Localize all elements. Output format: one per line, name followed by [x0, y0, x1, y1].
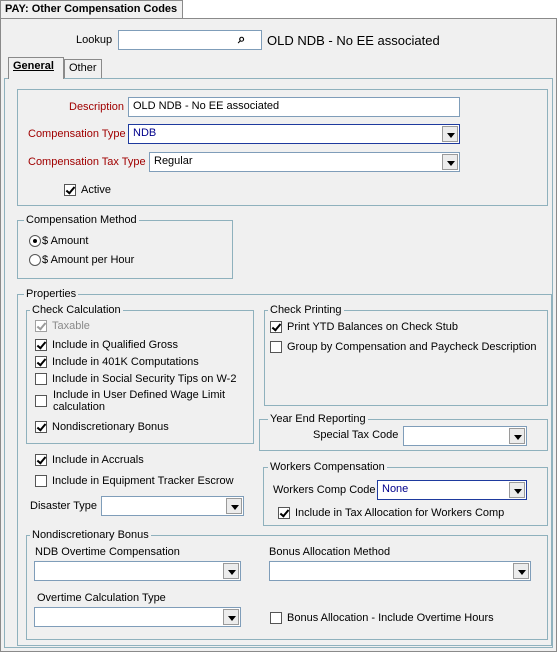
ss-tips-label: Include in Social Security Tips on W-2: [52, 373, 237, 385]
comp-method-group: [17, 220, 233, 279]
ndb-ot-comp-select[interactable]: [34, 561, 241, 581]
nd-bonus-row[interactable]: Nondiscretionary Bonus: [35, 421, 169, 433]
description-label: Description: [69, 101, 125, 113]
check-calc-legend: Check Calculation: [30, 304, 123, 316]
lookup-label: Lookup: [76, 34, 113, 46]
radio-amount-row[interactable]: $ Amount: [29, 235, 88, 247]
chevron-down-icon[interactable]: [509, 482, 525, 498]
escrow-row[interactable]: Include in Equipment Tracker Escrow: [35, 475, 234, 487]
chevron-down-icon[interactable]: [226, 498, 242, 514]
comp-type-select[interactable]: NDB: [128, 124, 460, 144]
group-by-row[interactable]: Group by Compensation and Paycheck Descr…: [270, 341, 536, 353]
qualified-gross-checkbox[interactable]: [35, 339, 47, 351]
comp-tax-type-label: Compensation Tax Type: [28, 156, 146, 168]
ot-calc-type-select[interactable]: [34, 607, 241, 627]
chevron-down-icon[interactable]: [442, 126, 458, 142]
taxable-checkbox[interactable]: [35, 320, 47, 332]
radio-amount-per-hour-row[interactable]: $ Amount per Hour: [29, 254, 134, 266]
wage-limit-row[interactable]: Include in User Defined Wage Limit calcu…: [35, 389, 225, 413]
comp-type-label: Compensation Type: [28, 128, 126, 140]
workers-comp-code-select[interactable]: None: [377, 480, 527, 500]
tax-alloc-row[interactable]: Include in Tax Allocation for Workers Co…: [278, 507, 504, 519]
nd-bonus-legend: Nondiscretionary Bonus: [30, 529, 151, 541]
qualified-gross-label: Include in Qualified Gross: [52, 339, 178, 351]
radio-amount-per-hour-label: $ Amount per Hour: [42, 254, 135, 266]
active-checkbox-row[interactable]: Active: [64, 184, 111, 196]
tab-other[interactable]: Other: [64, 59, 102, 79]
chevron-down-icon[interactable]: [513, 563, 529, 579]
chevron-down-icon[interactable]: [509, 428, 525, 444]
accruals-row[interactable]: Include in Accruals: [35, 454, 144, 466]
401k-label: Include in 401K Computations: [52, 356, 199, 368]
escrow-label: Include in Equipment Tracker Escrow: [52, 475, 234, 487]
bonus-alloc-method-label: Bonus Allocation Method: [269, 546, 391, 558]
tax-alloc-label: Include in Tax Allocation for Workers Co…: [295, 507, 505, 519]
tab-general[interactable]: General: [8, 57, 64, 79]
escrow-checkbox[interactable]: [35, 475, 47, 487]
group-by-label: Group by Compensation and Paycheck Descr…: [287, 341, 537, 353]
disaster-type-select[interactable]: [101, 496, 244, 516]
taxable-label: Taxable: [52, 320, 90, 332]
description-input[interactable]: OLD NDB - No EE associated: [128, 97, 460, 117]
radio-amount[interactable]: [29, 235, 41, 247]
include-ot-checkbox[interactable]: [270, 612, 282, 624]
window-title-tab[interactable]: PAY: Other Compensation Codes: [0, 0, 183, 19]
tax-alloc-checkbox[interactable]: [278, 507, 290, 519]
ss-tips-checkbox[interactable]: [35, 373, 47, 385]
wage-limit-checkbox[interactable]: [35, 395, 47, 407]
active-checkbox[interactable]: [64, 184, 76, 196]
comp-method-legend: Compensation Method: [24, 214, 139, 226]
ss-tips-row[interactable]: Include in Social Security Tips on W-2: [35, 373, 236, 385]
check-printing-legend: Check Printing: [268, 304, 344, 316]
accruals-label: Include in Accruals: [52, 454, 144, 466]
ytd-label: Print YTD Balances on Check Stub: [287, 321, 458, 333]
ytd-checkbox[interactable]: [270, 321, 282, 333]
ot-calc-type-label: Overtime Calculation Type: [37, 592, 166, 604]
comp-tax-type-select[interactable]: Regular: [149, 152, 460, 172]
workers-comp-code-label: Workers Comp Code: [273, 484, 376, 496]
bonus-alloc-method-select[interactable]: [269, 561, 531, 581]
taxable-row[interactable]: Taxable: [35, 320, 90, 332]
chevron-down-icon[interactable]: [223, 563, 239, 579]
radio-amount-label: $ Amount: [42, 235, 89, 247]
radio-amount-per-hour[interactable]: [29, 254, 41, 266]
active-label: Active: [81, 184, 111, 196]
chevron-down-icon[interactable]: [442, 154, 458, 170]
nd-bonus-label: Nondiscretionary Bonus: [52, 421, 169, 433]
qualified-gross-row[interactable]: Include in Qualified Gross: [35, 339, 178, 351]
401k-checkbox[interactable]: [35, 356, 47, 368]
include-ot-row[interactable]: Bonus Allocation - Include Overtime Hour…: [270, 612, 494, 624]
special-tax-label: Special Tax Code: [313, 429, 399, 441]
disaster-type-label: Disaster Type: [30, 500, 98, 512]
group-by-checkbox[interactable]: [270, 341, 282, 353]
ytd-row[interactable]: Print YTD Balances on Check Stub: [270, 321, 458, 333]
properties-legend: Properties: [24, 288, 79, 300]
special-tax-select[interactable]: [403, 426, 527, 446]
wage-limit-label: Include in User Defined Wage Limit calcu…: [53, 389, 226, 413]
chevron-down-icon[interactable]: [223, 609, 239, 625]
binoculars-icon[interactable]: ⌕: [238, 31, 245, 47]
include-ot-label: Bonus Allocation - Include Overtime Hour…: [287, 612, 494, 624]
401k-row[interactable]: Include in 401K Computations: [35, 356, 199, 368]
nd-bonus-checkbox[interactable]: [35, 421, 47, 433]
lookup-display: OLD NDB - No EE associated: [267, 33, 440, 48]
year-end-legend: Year End Reporting: [268, 413, 368, 425]
ndb-ot-comp-label: NDB Overtime Compensation: [35, 546, 180, 558]
workers-comp-legend: Workers Compensation: [268, 461, 387, 473]
accruals-checkbox[interactable]: [35, 454, 47, 466]
